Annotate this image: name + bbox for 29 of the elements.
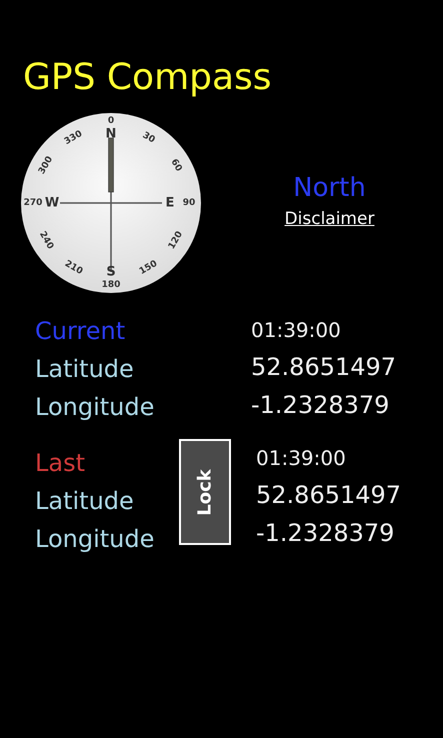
cardinal-label: W — [44, 196, 60, 210]
latitude-value: 52.8651497 — [256, 480, 402, 510]
degree-label: 270 — [24, 198, 42, 208]
degree-label: 60 — [168, 158, 184, 174]
longitude-label: Longitude — [35, 524, 156, 554]
cardinal-label: N — [106, 126, 116, 142]
degree-label: 210 — [62, 258, 84, 277]
disclaimer-link[interactable]: Disclaimer — [284, 209, 374, 229]
longitude-value: -1.2328379 — [251, 390, 390, 420]
degree-label: 90 — [182, 198, 196, 208]
lock-button[interactable]: Lock — [179, 439, 231, 545]
cardinal-label: E — [166, 196, 174, 210]
degree-label: 30 — [140, 130, 156, 146]
app-title: GPS Compass — [22, 56, 273, 100]
degree-label: 0 — [108, 116, 114, 126]
cardinal-label: S — [106, 264, 116, 280]
time-value: 01:39:00 — [256, 445, 347, 472]
section-heading: Last — [35, 448, 86, 478]
longitude-label: Longitude — [35, 392, 156, 422]
longitude-value: -1.2328379 — [256, 518, 396, 548]
latitude-label: Latitude — [35, 486, 135, 516]
latitude-label: Latitude — [35, 354, 135, 384]
section-heading: Current — [35, 316, 126, 346]
heading-direction: North — [293, 173, 366, 203]
degree-label: 330 — [62, 129, 84, 148]
latitude-value: 52.8651497 — [251, 352, 396, 382]
degree-label: 180 — [102, 280, 120, 290]
time-value: 01:39:00 — [251, 317, 342, 344]
degree-label: 150 — [138, 258, 160, 277]
